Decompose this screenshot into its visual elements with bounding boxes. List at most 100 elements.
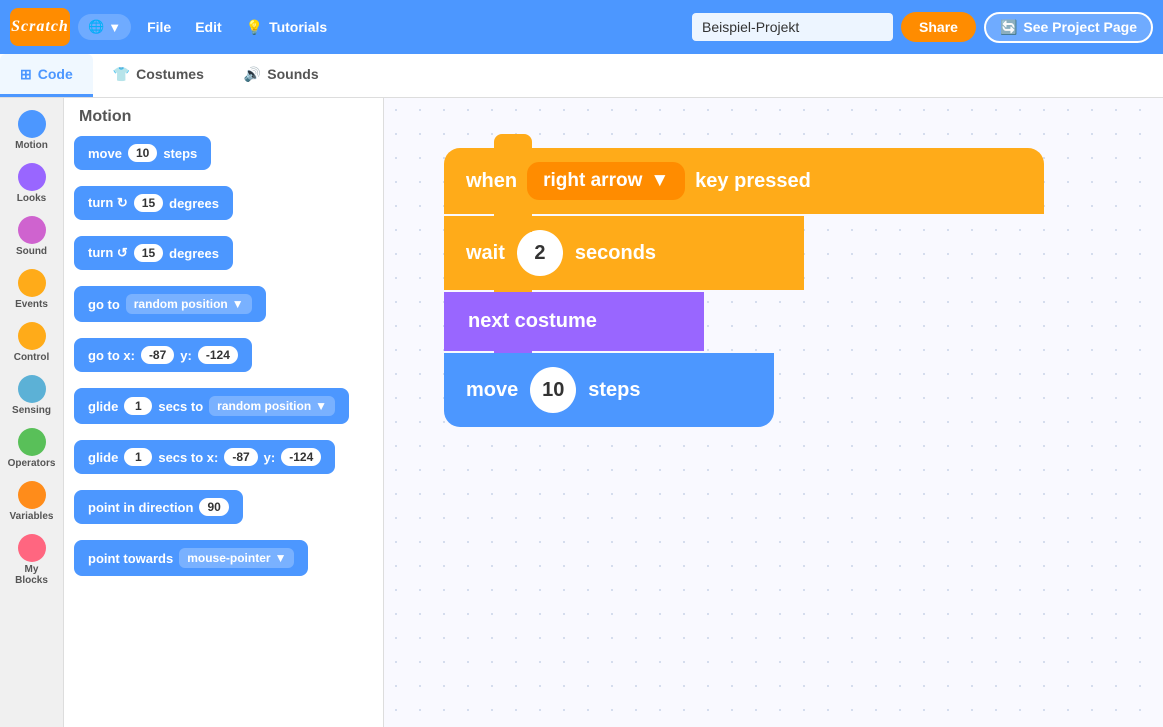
costume-label: next costume xyxy=(468,310,597,333)
control-dot xyxy=(18,322,46,350)
glide-secs-label: secs to xyxy=(158,399,203,414)
myblocks-label: My Blocks xyxy=(9,564,55,586)
sidebar-item-variables[interactable]: Variables xyxy=(3,477,61,526)
block-wait-seconds[interactable]: wait 2 seconds xyxy=(444,216,1044,290)
turn-cw-label: turn ↻ xyxy=(88,195,128,211)
looks-dot xyxy=(18,163,46,191)
puzzle-bump-top xyxy=(494,134,532,150)
sensing-label: Sensing xyxy=(12,405,51,416)
sound-label: Sound xyxy=(16,246,47,257)
glide-dropdown-value: random position xyxy=(217,399,311,413)
sidebar-item-myblocks[interactable]: My Blocks xyxy=(3,530,61,590)
share-button[interactable]: Share xyxy=(901,12,976,42)
see-project-button[interactable]: 🔄 See Project Page xyxy=(984,12,1153,43)
sidebar-item-events[interactable]: Events xyxy=(3,265,61,314)
puzzle-fill-move xyxy=(494,353,532,369)
sidebar-item-looks[interactable]: Looks xyxy=(3,159,61,208)
block-goto[interactable]: go to random position ▼ xyxy=(74,286,373,330)
edit-menu[interactable]: Edit xyxy=(187,14,229,40)
block-glide-xy[interactable]: glide 1 secs to x: -87 y: -124 xyxy=(74,440,373,482)
key-dropdown[interactable]: right arrow ▼ xyxy=(527,162,685,200)
costume-block: next costume xyxy=(444,292,704,351)
when-label: when xyxy=(466,170,517,193)
turn-ccw-label: turn ↺ xyxy=(88,245,128,261)
wait-value-circle[interactable]: 2 xyxy=(517,230,563,276)
globe-arrow: ▼ xyxy=(108,20,121,35)
sidebar-item-operators[interactable]: Operators xyxy=(3,424,61,473)
point-dir-label: point in direction xyxy=(88,500,193,515)
point-towards-dropdown[interactable]: mouse-pointer ▼ xyxy=(179,548,294,568)
myblocks-dot xyxy=(18,534,46,562)
scratch-logo[interactable]: Scratch xyxy=(10,8,70,46)
tab-code[interactable]: ⊞ Code xyxy=(0,54,93,97)
wait-label: wait xyxy=(466,242,505,265)
block-point-dir[interactable]: point in direction 90 xyxy=(74,490,373,532)
glide-xy-secs-label: secs to x: xyxy=(158,450,218,465)
main-layout: Motion Looks Sound Events Control Sensin… xyxy=(0,98,1163,727)
tab-sounds[interactable]: 🔊 Sounds xyxy=(224,54,339,97)
goto-dropdown[interactable]: random position ▼ xyxy=(126,294,252,314)
variables-dot xyxy=(18,481,46,509)
block-turn-ccw[interactable]: turn ↺ 15 degrees xyxy=(74,236,373,278)
looks-label: Looks xyxy=(17,193,46,204)
glide-xy-x-value: -87 xyxy=(224,448,257,466)
key-dropdown-value: right arrow xyxy=(543,170,642,192)
operators-dot xyxy=(18,428,46,456)
goto-y-value: -124 xyxy=(198,346,238,364)
goto-label: go to xyxy=(88,297,120,312)
tutorials-button[interactable]: 💡 Tutorials xyxy=(238,14,336,41)
control-label: Control xyxy=(14,352,50,363)
glide-to-value: 1 xyxy=(124,397,152,415)
block-goto-xy[interactable]: go to x: -87 y: -124 xyxy=(74,338,373,380)
point-towards-value: mouse-pointer xyxy=(187,551,270,565)
turn-cw-value: 15 xyxy=(134,194,163,212)
category-title: Motion xyxy=(74,108,373,126)
see-project-label: See Project Page xyxy=(1023,19,1137,35)
block-point-towards[interactable]: point towards mouse-pointer ▼ xyxy=(74,540,373,584)
glide-dropdown-arrow: ▼ xyxy=(315,399,327,413)
sensing-dot xyxy=(18,375,46,403)
sidebar-item-sound[interactable]: Sound xyxy=(3,212,61,261)
move-label: move xyxy=(88,146,122,161)
goto-dropdown-arrow: ▼ xyxy=(232,297,244,311)
motion-label: Motion xyxy=(15,140,48,151)
puzzle-fill-costume xyxy=(494,292,532,308)
glide-xy-value: 1 xyxy=(124,448,152,466)
move-value-circle[interactable]: 10 xyxy=(530,367,576,413)
costumes-tab-icon: 👕 xyxy=(113,66,130,83)
steps-script-label: steps xyxy=(588,379,640,402)
dropdown-arrow-icon: ▼ xyxy=(650,170,669,192)
blocks-sidebar: Motion Looks Sound Events Control Sensin… xyxy=(0,98,64,727)
file-menu[interactable]: File xyxy=(139,14,179,40)
point-dir-value: 90 xyxy=(199,498,228,516)
steps-label: steps xyxy=(163,146,197,161)
logo-text: Scratch xyxy=(11,18,69,36)
block-glide-to[interactable]: glide 1 secs to random position ▼ xyxy=(74,388,373,432)
sounds-tab-label: Sounds xyxy=(267,66,318,82)
events-dot xyxy=(18,269,46,297)
glide-xy-label: glide xyxy=(88,450,118,465)
degrees-ccw-label: degrees xyxy=(169,246,219,261)
sidebar-item-motion[interactable]: Motion xyxy=(3,106,61,155)
sidebar-item-control[interactable]: Control xyxy=(3,318,61,367)
key-pressed-label: key pressed xyxy=(695,170,811,193)
language-button[interactable]: 🌐 ▼ xyxy=(78,14,131,40)
goto-dropdown-value: random position xyxy=(134,297,228,311)
sidebar-item-sensing[interactable]: Sensing xyxy=(3,371,61,420)
tab-costumes[interactable]: 👕 Costumes xyxy=(93,54,224,97)
costumes-tab-label: Costumes xyxy=(136,66,204,82)
project-name-input[interactable] xyxy=(692,13,893,41)
block-move-steps[interactable]: move 10 steps xyxy=(74,136,373,178)
block-turn-cw[interactable]: turn ↻ 15 degrees xyxy=(74,186,373,228)
when-key-block: when right arrow ▼ key pressed xyxy=(444,148,1044,214)
degrees-label: degrees xyxy=(169,196,219,211)
goto-xy-label: go to x: xyxy=(88,348,135,363)
block-when-key-pressed[interactable]: when right arrow ▼ key pressed xyxy=(444,148,1044,214)
topbar: Scratch 🌐 ▼ File Edit 💡 Tutorials Share … xyxy=(0,0,1163,54)
point-towards-label: point towards xyxy=(88,551,173,566)
block-move-script[interactable]: move 10 steps xyxy=(444,353,1044,427)
glide-dropdown[interactable]: random position ▼ xyxy=(209,396,335,416)
block-next-costume[interactable]: next costume xyxy=(444,292,1044,351)
scripting-area[interactable]: when right arrow ▼ key pressed wait 2 xyxy=(384,98,1163,727)
operators-label: Operators xyxy=(8,458,56,469)
